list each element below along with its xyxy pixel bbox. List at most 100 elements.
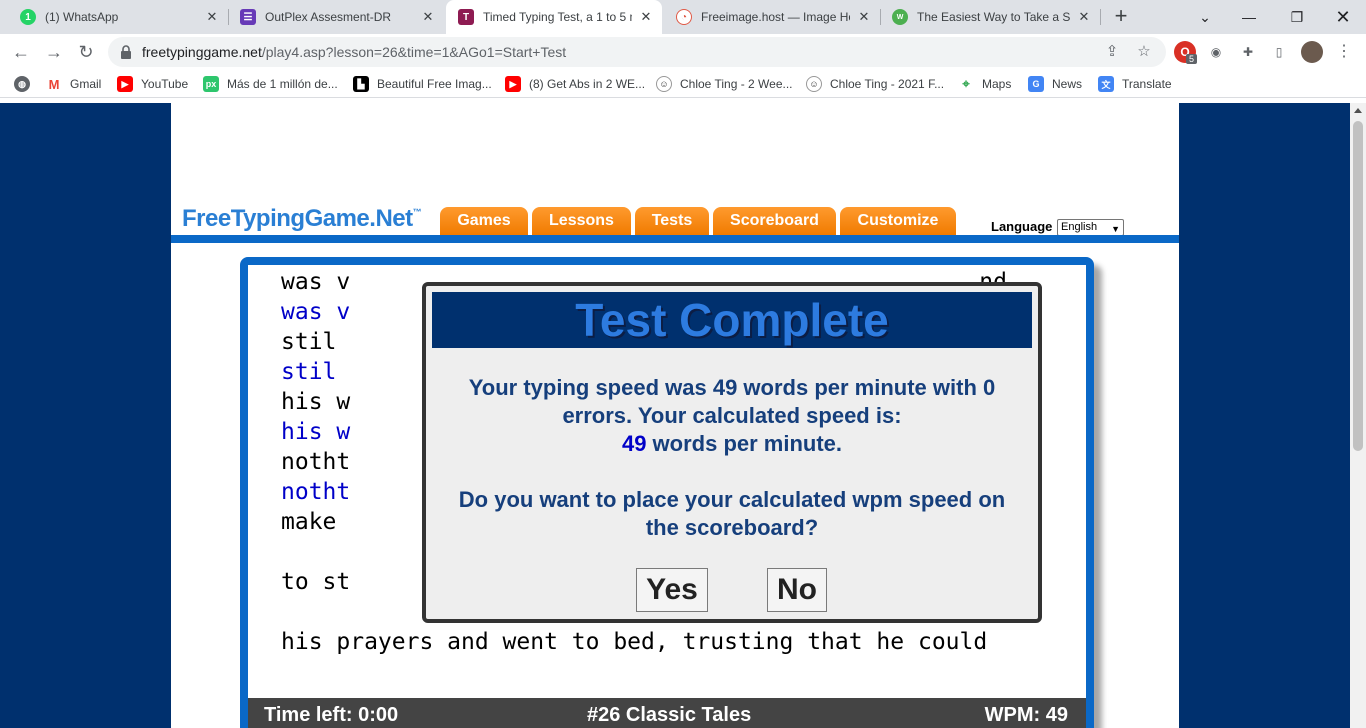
close-icon[interactable]: ✕: [1076, 9, 1092, 25]
apps-globe-icon[interactable]: ◍: [14, 76, 30, 92]
whatsapp-icon: 1: [20, 9, 36, 25]
youtube-icon: ▶: [117, 76, 133, 92]
bookmark-label: Chloe Ting - 2 Wee...: [680, 77, 793, 91]
browser-tab-strip: 1 (1) WhatsApp ✕ ☰ OutPlex Assesment-DR …: [0, 0, 1366, 34]
logo-text: FreeTypingGame.Net: [182, 205, 413, 232]
typing-area: was vndwas vndstilandstilandhis whis wno…: [240, 257, 1094, 728]
tab-typing-test[interactable]: T Timed Typing Test, a 1 to 5 m ✕: [446, 0, 662, 34]
page-scrollbar[interactable]: [1350, 103, 1366, 728]
no-button[interactable]: No: [767, 568, 827, 612]
language-value: English: [1061, 221, 1098, 233]
close-icon[interactable]: ✕: [420, 9, 436, 25]
bookmark-maps[interactable]: ⌖ Maps: [958, 76, 1011, 92]
bookmark-label: Chloe Ting - 2021 F...: [830, 77, 945, 91]
typed-text-line: was v: [281, 299, 351, 325]
logo-trademark: ™: [412, 207, 422, 217]
bookmark-chloe-ting-2[interactable]: ☺ Chloe Ting - 2021 F...: [806, 76, 944, 92]
bookmark-pixabay[interactable]: px Más de 1 millón de...: [203, 76, 338, 92]
source-text-line: his prayers and went to bed, trusting th…: [281, 629, 988, 655]
minimize-icon[interactable]: —: [1237, 5, 1261, 29]
bookmark-translate[interactable]: 文 Translate: [1098, 76, 1172, 92]
url-domain: freetypinggame.net: [142, 44, 262, 60]
yes-button[interactable]: Yes: [636, 568, 708, 612]
tab-search-chevron-icon[interactable]: ⌄: [1193, 5, 1217, 29]
dialog-title: Test Complete: [575, 294, 889, 346]
share-icon[interactable]: ⇪: [1102, 42, 1122, 62]
tab-title: Freeimage.host — Image Ho: [701, 10, 850, 24]
forward-icon[interactable]: →: [42, 40, 66, 64]
source-text-line: notht: [281, 449, 351, 475]
source-text-line: stil: [281, 329, 337, 355]
url-text: freetypinggame.net/play4.asp?lesson=26&t…: [142, 44, 566, 60]
url-path: /play4.asp?lesson=26&time=1&AGo1=Start+T…: [261, 44, 567, 60]
tab-divider: [1100, 9, 1101, 25]
calculated-wpm-value: 49: [621, 431, 647, 456]
close-icon[interactable]: ✕: [856, 9, 872, 25]
source-text-line: make: [281, 509, 337, 535]
webpage-icon: W: [892, 9, 908, 25]
new-tab-button[interactable]: +: [1109, 5, 1133, 29]
extension-badge: 5: [1186, 54, 1198, 64]
question-line: Do you want to place your calculated wpm…: [458, 487, 1006, 512]
nav-games[interactable]: Games: [440, 207, 528, 235]
tab-outplex[interactable]: ☰ OutPlex Assesment-DR ✕: [228, 0, 444, 34]
site-container: FreeTypingGame.Net™ Games Lessons Tests …: [171, 103, 1179, 728]
language-label: Language: [991, 219, 1053, 234]
typed-text-line: stil: [281, 359, 337, 385]
nav-customize[interactable]: Customize: [840, 207, 956, 235]
restore-icon[interactable]: ❐: [1285, 5, 1309, 29]
close-icon[interactable]: ✕: [638, 9, 654, 25]
time-left: Time left: 0:00: [264, 704, 399, 726]
typed-text-line: his w: [281, 419, 351, 445]
bookmark-label: Gmail: [70, 77, 102, 91]
typed-text-line: notht: [281, 479, 351, 505]
speed-line: errors. Your calculated speed is:: [562, 403, 902, 428]
site-logo[interactable]: FreeTypingGame.Net™: [182, 205, 422, 233]
eye-extension-icon[interactable]: ◉: [1205, 41, 1227, 63]
bookmark-abs-video[interactable]: ▶ (8) Get Abs in 2 WE...: [505, 76, 645, 92]
bookmarks-bar: ◍ M Gmail ▶ YouTube px Más de 1 millón de..…: [0, 70, 1366, 98]
news-icon: G: [1028, 76, 1044, 92]
bookmark-news[interactable]: G News: [1028, 76, 1082, 92]
bookmark-label: Maps: [982, 77, 1012, 91]
nav-tests[interactable]: Tests: [635, 207, 709, 235]
close-icon[interactable]: ✕: [204, 9, 220, 25]
speed-message: Your typing speed was 49 words per minut…: [426, 374, 1038, 458]
bookmark-chloe-ting-1[interactable]: ☺ Chloe Ting - 2 Wee...: [656, 76, 793, 92]
nav-scoreboard[interactable]: Scoreboard: [713, 207, 836, 235]
chloe-ting-icon: ☺: [656, 76, 672, 92]
profile-avatar[interactable]: [1301, 41, 1323, 63]
speed-line: Your typing speed was 49 words per minut…: [468, 375, 996, 400]
tab-freeimage[interactable]: ◔ Freeimage.host — Image Ho ✕: [664, 0, 880, 34]
header-divider: [171, 235, 1179, 243]
address-bar[interactable]: freetypinggame.net/play4.asp?lesson=26&t…: [108, 37, 1166, 67]
typing-test-icon: T: [458, 9, 474, 25]
puzzle-extensions-icon[interactable]: ✚: [1237, 41, 1259, 63]
calculated-wpm-suffix: words per minute.: [646, 431, 843, 456]
bookmark-star-icon[interactable]: ☆: [1134, 42, 1154, 62]
tab-title: OutPlex Assesment-DR: [265, 10, 392, 24]
bookmark-youtube[interactable]: ▶ YouTube: [117, 76, 188, 92]
unsplash-icon: ▙: [353, 76, 369, 92]
lock-icon: [121, 45, 131, 59]
menu-kebab-icon[interactable]: ⋮: [1333, 41, 1355, 63]
side-panel-icon[interactable]: ▯: [1268, 41, 1290, 63]
bookmark-label: News: [1052, 77, 1083, 91]
tab-title: Timed Typing Test, a 1 to 5 m: [483, 10, 632, 24]
tab-title: (1) WhatsApp: [45, 10, 119, 24]
tab-easiest-way[interactable]: W The Easiest Way to Take a Sc ✕: [880, 0, 1100, 34]
status-bar: Time left: 0:00 #26 Classic Tales WPM: 4…: [248, 698, 1086, 728]
scroll-thumb[interactable]: [1353, 121, 1363, 451]
bookmark-gmail[interactable]: M Gmail: [46, 76, 101, 92]
scroll-up-arrow-icon[interactable]: [1354, 108, 1362, 113]
close-window-icon[interactable]: ✕: [1331, 5, 1355, 29]
browser-toolbar: ← → ↻ freetypinggame.net/play4.asp?lesso…: [0, 34, 1366, 70]
reload-icon[interactable]: ↻: [74, 40, 98, 64]
bookmark-unsplash[interactable]: ▙ Beautiful Free Imag...: [353, 76, 492, 92]
scoreboard-question: Do you want to place your calculated wpm…: [426, 486, 1038, 542]
tab-whatsapp[interactable]: 1 (1) WhatsApp ✕: [8, 0, 228, 34]
nav-lessons[interactable]: Lessons: [532, 207, 631, 235]
language-select[interactable]: English ▼: [1057, 219, 1124, 236]
bookmark-label: Más de 1 millón de...: [227, 77, 338, 91]
back-icon[interactable]: ←: [9, 40, 33, 64]
